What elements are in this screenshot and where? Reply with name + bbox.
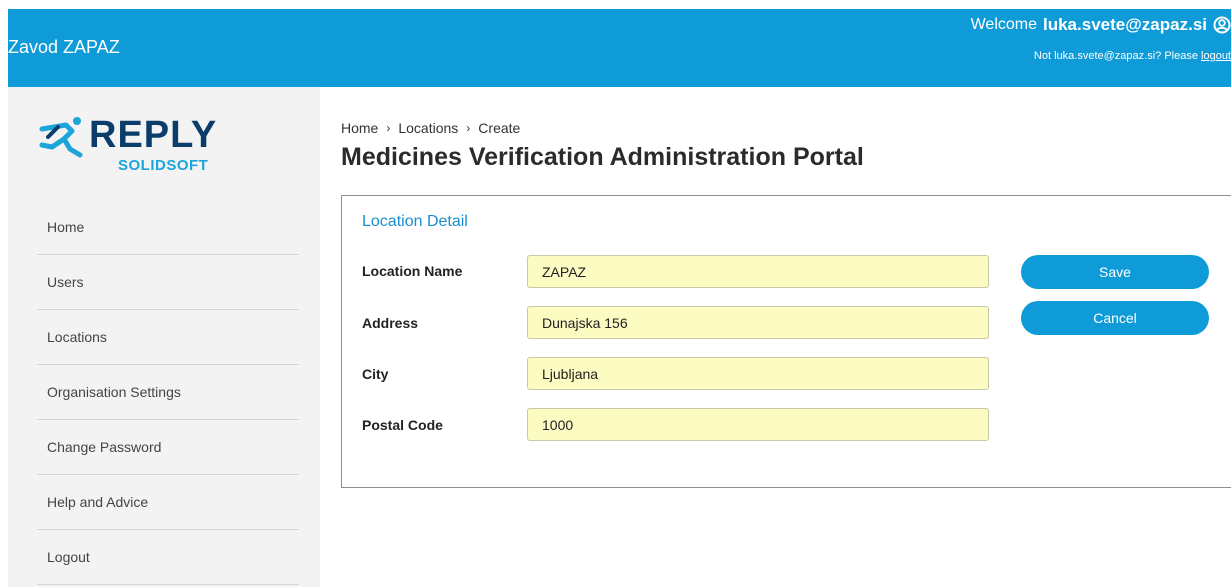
- sidebar-item-change-password[interactable]: Change Password: [37, 420, 299, 475]
- sidebar-item-organisation-settings[interactable]: Organisation Settings: [37, 365, 299, 420]
- location-name-input[interactable]: [527, 255, 989, 288]
- city-label: City: [362, 366, 389, 382]
- sidebar-item-help-and-advice[interactable]: Help and Advice: [37, 475, 299, 530]
- sidebar-item-users[interactable]: Users: [37, 255, 299, 310]
- page-title: Medicines Verification Administration Po…: [341, 143, 864, 171]
- organisation-name: Zavod ZAPAZ: [8, 37, 120, 57]
- location-detail-panel: Location Detail Location Name Address Ci…: [341, 195, 1231, 488]
- chevron-right-icon: ›: [386, 121, 391, 135]
- welcome-message: Welcome luka.svete@zapaz.si: [971, 15, 1231, 35]
- not-user-text: Not luka.svete@zapaz.si? Please: [1033, 50, 1198, 62]
- panel-title: Location Detail: [362, 213, 468, 230]
- breadcrumb-locations[interactable]: Locations: [398, 120, 458, 136]
- breadcrumb-home[interactable]: Home: [341, 120, 378, 136]
- address-label: Address: [362, 315, 419, 331]
- logo-brand-text: REPLY: [89, 114, 218, 156]
- logout-link[interactable]: logout: [1201, 50, 1231, 62]
- reply-solidsoft-logo: REPLY SOLIDSOFT: [36, 115, 236, 179]
- sidebar-nav: Home Users Locations Organisation Settin…: [37, 200, 299, 585]
- breadcrumb-create: Create: [478, 120, 521, 136]
- sidebar-item-logout[interactable]: Logout: [37, 530, 299, 585]
- postal-code-input[interactable]: [527, 408, 989, 441]
- sidebar: REPLY SOLIDSOFT Home Users Locations Org…: [8, 87, 320, 587]
- chevron-right-icon: ›: [466, 121, 471, 135]
- sidebar-item-locations[interactable]: Locations: [37, 310, 299, 365]
- user-circle-icon[interactable]: [1213, 16, 1231, 34]
- user-email: luka.svete@zapaz.si: [1043, 15, 1207, 34]
- sidebar-item-home[interactable]: Home: [37, 200, 299, 255]
- save-button[interactable]: Save: [1021, 255, 1209, 289]
- city-input[interactable]: [527, 357, 989, 390]
- breadcrumb: Home › Locations › Create: [341, 120, 520, 136]
- top-header: Zavod ZAPAZ Welcome luka.svete@zapaz.si …: [8, 9, 1231, 87]
- logo-sub-text: SOLIDSOFT: [118, 157, 209, 174]
- address-input[interactable]: [527, 306, 989, 339]
- cancel-button[interactable]: Cancel: [1021, 301, 1209, 335]
- location-name-label: Location Name: [362, 263, 463, 279]
- not-user-notice: Not luka.svete@zapaz.si? Please logout: [1034, 50, 1231, 62]
- postal-code-label: Postal Code: [362, 417, 443, 433]
- runner-logo-icon: [39, 117, 83, 158]
- welcome-prefix: Welcome: [970, 16, 1037, 33]
